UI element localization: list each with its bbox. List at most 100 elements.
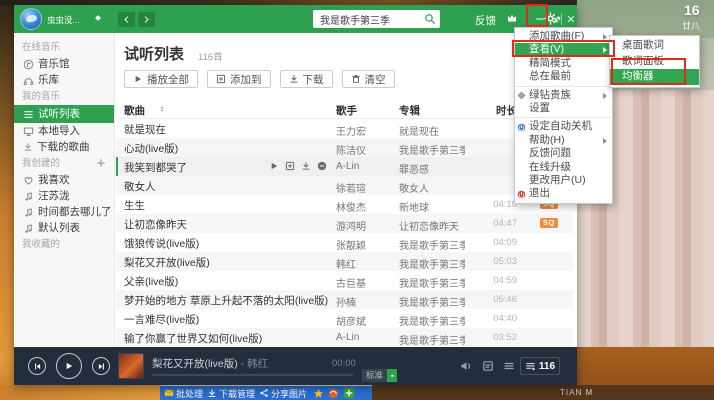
titlebar-separator [561,13,562,25]
nav-back-button[interactable] [118,12,135,27]
feedback-link[interactable]: 反馈 [475,13,496,28]
desktop-toolbar-label: 分享图片 [271,387,307,400]
playback-time: 00:00 [332,358,356,369]
player-menu-icon[interactable] [503,360,515,372]
table-row[interactable]: 让初恋像昨天游鸿明让初恋像昨天04:47SQ [116,214,573,233]
previous-icon [33,362,42,371]
table-row[interactable]: 父亲(live版)古巨基我是歌手第三季 第2期04:59 [116,271,573,290]
download-icon[interactable] [301,161,311,171]
song-title: 梨花又开放(live版) [124,255,332,270]
menu-item-label: 更改用户(U) [529,174,586,186]
add-icon[interactable] [285,161,295,171]
menu-item-设置[interactable]: 设置 [515,102,612,115]
column-header-duration[interactable]: 时长 [467,103,517,118]
table-row[interactable]: 梨花又开放(live版)韩红我是歌手第三季 第2期05:03 [116,252,573,271]
browser-icon[interactable] [328,388,339,399]
menu-item-绿钻贵族[interactable]: 绿钻贵族 [515,89,612,102]
search-icon[interactable] [424,13,436,25]
main-content: 试听列表 116首 播放全部添加到下载清空 歌曲 歌手 专辑 时长 就是现在王力… [116,33,577,347]
annotation-box-view-item [512,40,615,57]
menu-item-设定自动关机[interactable]: 设定自动关机 [515,120,612,133]
song-title: 输了你赢了世界又如何(live版) [124,331,332,346]
sidebar-item-我喜欢[interactable]: 我喜欢 [14,172,114,188]
chevron-left-icon [122,15,131,24]
table-row[interactable]: 心动(live版)陈洁仪我是歌手第三季 第1期 [116,138,573,157]
quality-selector[interactable]: 标准 [362,369,397,382]
music-hall-icon [23,59,34,70]
sidebar-section-label: 在线音乐 [14,39,114,56]
next-button[interactable] [92,357,110,375]
desktop-toolbar-item-批处理[interactable]: 批处理 [164,387,203,400]
table-header: 歌曲 歌手 专辑 时长 [116,101,573,119]
sidebar-item-音乐馆[interactable]: 音乐馆 [14,56,114,72]
sidebar-item-试听列表[interactable]: 试听列表 [14,105,114,123]
desktop-toolbar: 批处理 下载管理 分享图片 [160,386,372,400]
toolbar-button-下载[interactable]: 下载 [280,70,333,88]
desktop-toolbar-item-分享图片[interactable]: 分享图片 [259,387,307,400]
previous-button[interactable] [28,357,46,375]
user-avatar[interactable] [20,8,42,30]
table-row[interactable]: 一言难尽(live版)胡彦斌我是歌手第三季 第2期04:40 [116,309,573,328]
playlist-toggle[interactable]: 116 [520,357,560,375]
toolbar-button-清空[interactable]: 清空 [342,70,395,88]
sidebar-item-乐库[interactable]: 乐库 [14,72,114,88]
add-playlist-button[interactable] [96,158,106,168]
column-header-artist[interactable]: 歌手 [336,103,357,118]
menu-item-总在最前[interactable]: 总在最前 [515,70,612,83]
trash-icon [351,74,361,84]
close-button[interactable] [566,13,576,25]
song-artist: 孙楠 [336,294,394,309]
desktop-toolbar-label: 下载管理 [219,387,255,400]
column-header-album[interactable]: 专辑 [399,103,420,118]
table-row[interactable]: 饿狼传说(live版)张靓颖我是歌手第三季 第2期04:09 [116,233,573,252]
sidebar-item-本地导入[interactable]: 本地导入 [14,123,114,139]
toolbar-button-播放全部[interactable]: 播放全部 [124,70,198,88]
plus-green-icon[interactable] [343,387,355,399]
toolbar-button-label: 添加到 [230,72,262,87]
table-row[interactable]: 就是现在王力宏就是现在 [116,119,573,138]
table-row[interactable]: 输了你赢了世界又如何(live版)A-Lin我是歌手第三季 第2期03:52 [116,328,573,347]
desktop-toolbar-trailing-icons [313,387,355,399]
sidebar-item-时间都去哪儿了[interactable]: 时间都去哪儿了 [14,204,114,220]
menu-item-更改用户(U)[interactable]: 更改用户(U) [515,174,612,187]
menu-item-label: 绿钻贵族 [529,89,571,101]
play-button[interactable] [56,353,82,379]
vip-crown-icon[interactable] [506,12,518,24]
more-icon[interactable] [317,161,327,171]
volume-icon[interactable] [460,360,472,372]
list-icon [23,109,34,120]
nav-forward-button[interactable] [138,12,155,27]
sort-icon[interactable] [158,105,166,113]
search-input[interactable] [313,10,421,28]
menu-item-反馈问题[interactable]: 反馈问题 [515,147,612,160]
menu-item-在线升级[interactable]: 在线升级 [515,161,612,174]
sidebar-item-汪苏泷[interactable]: 汪苏泷 [14,188,114,204]
table-row[interactable]: 生生林俊杰新地球04:18SQ [116,195,573,214]
table-row[interactable]: 梦开始的地方 草原上升起不落的太阳(live版)孙楠我是歌手第三季 第2期05:… [116,290,573,309]
song-album: 就是现在 [399,123,465,138]
progress-bar[interactable] [152,374,353,376]
play-icon[interactable] [269,161,279,171]
sidebar-item-label: 默认列表 [38,220,80,236]
song-duration: 04:47 [467,218,517,229]
menu-item-退出[interactable]: 退出 [515,187,612,200]
star-icon[interactable] [313,388,324,399]
play-icon [64,361,74,371]
lyrics-icon[interactable] [482,360,494,372]
desktop-calendar-day: 16 [684,2,700,18]
menu-item-label: 设定自动关机 [529,120,592,132]
album-art[interactable] [118,353,144,379]
down-arrow-icon [207,388,217,398]
sidebar-item-默认列表[interactable]: 默认列表 [14,220,114,236]
desktop-toolbar-item-下载管理[interactable]: 下载管理 [207,387,255,400]
submenu-item-桌面歌词[interactable]: 桌面歌词 [610,38,699,54]
toolbar-button-添加到[interactable]: 添加到 [207,70,271,88]
sidebar-item-下载的歌曲[interactable]: 下载的歌曲 [14,139,114,155]
column-header-song[interactable]: 歌曲 [124,103,145,118]
table-row[interactable]: 我笑到都哭了A-Lin罪恶感 [116,157,573,176]
song-album: 我是歌手第三季 第1期 [399,142,465,157]
table-row[interactable]: 敬女人徐若瑄敬女人 [116,176,573,195]
menu-item-精简模式[interactable]: 精简模式 [515,57,612,70]
add-icon [216,74,226,84]
menu-item-帮助(H)[interactable]: 帮助(H) [515,134,612,147]
